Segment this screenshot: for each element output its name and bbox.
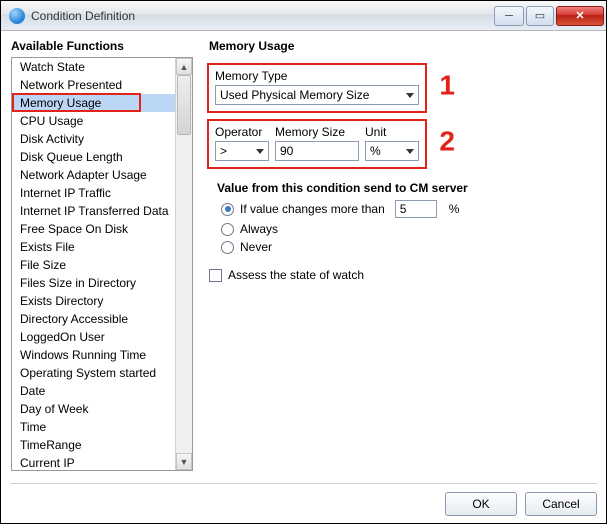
list-item[interactable]: Operating System started — [12, 364, 175, 382]
annotation-2: 2 — [439, 125, 455, 157]
memory-type-value: Used Physical Memory Size — [220, 88, 369, 102]
list-item[interactable]: Network Presented — [12, 76, 175, 94]
radio-if-changes[interactable] — [221, 203, 234, 216]
list-item[interactable]: Time — [12, 418, 175, 436]
memory-size-input[interactable]: 90 — [275, 141, 359, 161]
list-item[interactable]: Free Space On Disk — [12, 220, 175, 238]
radio-never[interactable] — [221, 241, 234, 254]
list-item[interactable]: Files Size in Directory — [12, 274, 175, 292]
list-item[interactable]: LoggedOn User — [12, 328, 175, 346]
annotation-1: 1 — [439, 69, 455, 101]
functions-listbox[interactable]: Watch StateNetwork PresentedMemory Usage… — [11, 57, 193, 471]
scroll-thumb[interactable] — [177, 75, 191, 135]
list-item[interactable]: Day of Week — [12, 400, 175, 418]
list-item[interactable]: TimeRange — [12, 436, 175, 454]
unit-label: Unit — [365, 125, 419, 139]
operator-label: Operator — [215, 125, 269, 139]
list-item[interactable]: Memory Usage — [12, 94, 175, 112]
list-item[interactable]: Current IP — [12, 454, 175, 470]
memory-size-label: Memory Size — [275, 125, 359, 139]
chevron-down-icon — [406, 93, 414, 98]
list-item[interactable]: Directory Accessible — [12, 310, 175, 328]
send-to-cm-group: Value from this condition send to CM ser… — [217, 181, 477, 254]
panel-heading: Memory Usage — [209, 39, 596, 53]
maximize-button[interactable]: ▭ — [526, 6, 554, 26]
operator-value: > — [220, 144, 227, 158]
radio-if-changes-label: If value changes more than — [240, 202, 385, 216]
window-title: Condition Definition — [31, 9, 494, 23]
list-item[interactable]: Exists Directory — [12, 292, 175, 310]
footer-divider — [10, 483, 597, 484]
list-item[interactable]: File Size — [12, 256, 175, 274]
app-icon — [9, 8, 25, 24]
chevron-down-icon — [256, 149, 264, 154]
close-button[interactable]: ✕ — [556, 6, 604, 26]
list-item[interactable]: Disk Queue Length — [12, 148, 175, 166]
list-item[interactable]: Date — [12, 382, 175, 400]
cancel-button[interactable]: Cancel — [525, 492, 597, 516]
memory-type-label: Memory Type — [215, 69, 419, 83]
radio-never-label: Never — [240, 240, 272, 254]
condition-block: Operator > Memory Size 90 Unit % — [207, 119, 427, 169]
memory-type-combo[interactable]: Used Physical Memory Size — [215, 85, 419, 105]
assess-checkbox[interactable] — [209, 269, 222, 282]
titlebar: Condition Definition ─ ▭ ✕ — [1, 1, 606, 31]
group-title: Value from this condition send to CM ser… — [217, 181, 477, 195]
available-functions-label: Available Functions — [11, 39, 193, 53]
list-item[interactable]: CPU Usage — [12, 112, 175, 130]
changes-threshold-value: 5 — [400, 202, 407, 216]
changes-threshold-input[interactable]: 5 — [395, 200, 437, 218]
chevron-down-icon — [406, 149, 414, 154]
operator-combo[interactable]: > — [215, 141, 269, 161]
cancel-label: Cancel — [542, 497, 579, 511]
list-item[interactable]: Network Adapter Usage — [12, 166, 175, 184]
list-item[interactable]: Windows Running Time — [12, 346, 175, 364]
scrollbar[interactable]: ▲ ▼ — [175, 58, 192, 470]
changes-unit: % — [449, 202, 460, 216]
unit-value: % — [370, 144, 381, 158]
list-item[interactable]: Exists File — [12, 238, 175, 256]
radio-always-label: Always — [240, 222, 278, 236]
scroll-up-arrow[interactable]: ▲ — [176, 58, 192, 75]
list-item[interactable]: Disk Activity — [12, 130, 175, 148]
memory-type-block: Memory Type Used Physical Memory Size 1 — [207, 63, 427, 113]
ok-button[interactable]: OK — [445, 492, 517, 516]
ok-label: OK — [472, 497, 489, 511]
radio-always[interactable] — [221, 223, 234, 236]
list-item[interactable]: Watch State — [12, 58, 175, 76]
list-item[interactable]: Internet IP Traffic — [12, 184, 175, 202]
assess-label: Assess the state of watch — [228, 268, 364, 282]
minimize-button[interactable]: ─ — [494, 6, 524, 26]
list-item[interactable]: Internet IP Transferred Data — [12, 202, 175, 220]
scroll-down-arrow[interactable]: ▼ — [176, 453, 192, 470]
unit-combo[interactable]: % — [365, 141, 419, 161]
memory-size-value: 90 — [280, 144, 293, 158]
